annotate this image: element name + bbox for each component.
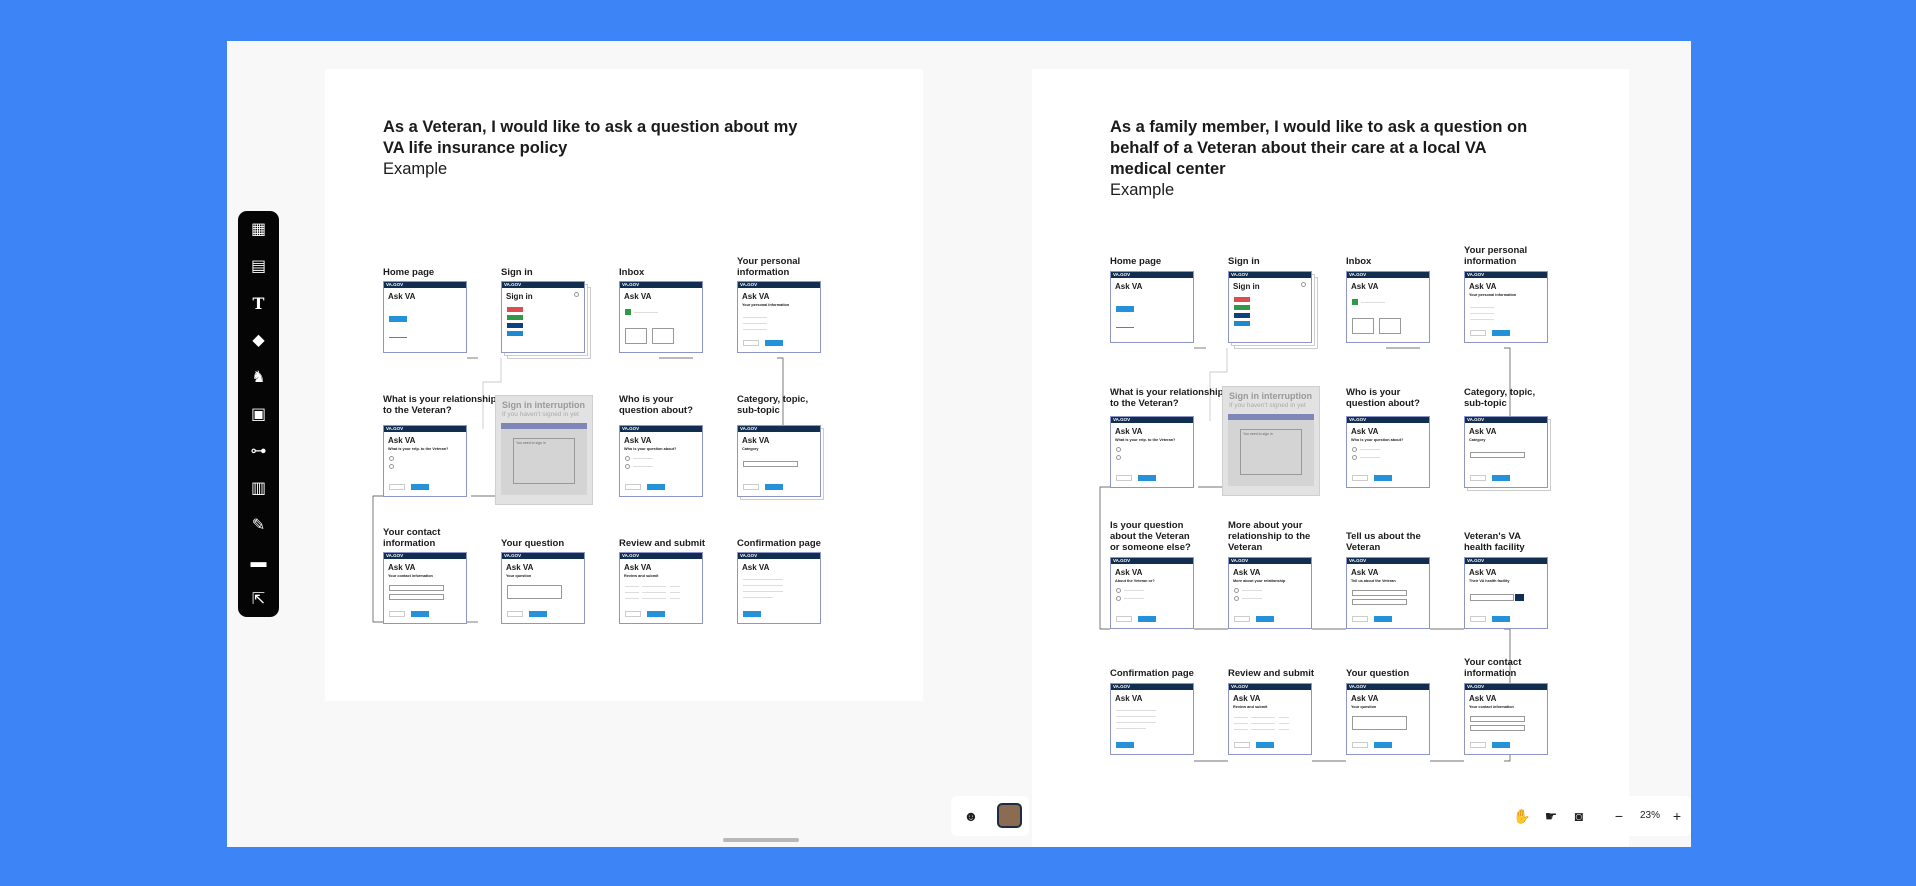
- screen-category[interactable]: VA.GOV Ask VA Category: [1464, 416, 1548, 488]
- step-label-signin: Sign in: [1228, 256, 1260, 267]
- step-label-home: Home page: [1110, 256, 1162, 267]
- step-label-more: More about your: [1228, 520, 1303, 531]
- screen-title: Sign in: [506, 292, 533, 301]
- step-label-personal: Your personal: [737, 256, 801, 267]
- step-label-home: Home page: [383, 267, 435, 278]
- step-label-review: Review and submit: [1228, 668, 1315, 679]
- screen-tell-about-veteran[interactable]: VA.GOV Ask VA Tell us about the Veteran: [1346, 557, 1430, 629]
- screen-title: Ask VA: [388, 292, 416, 301]
- creation-toolbar: ▦ ▤ T ◆ ♞ ▣ ⊶ ▥ ✎ ▬ ⇱: [238, 211, 279, 617]
- screen-relationship[interactable]: VA.GOV Ask VA What is your relp. to the …: [383, 425, 467, 497]
- screen-signin[interactable]: VA.GOV Sign in: [501, 281, 585, 353]
- step-label-facility: Veteran's VA: [1464, 531, 1521, 542]
- horizontal-scrollbar[interactable]: [723, 838, 799, 842]
- zoom-out-button[interactable]: −: [1608, 806, 1630, 826]
- board-title-line1: As a Veteran, I would like to ask a ques…: [383, 118, 798, 136]
- export-icon[interactable]: ⇱: [247, 588, 270, 611]
- board-veteran-life-insurance[interactable]: As a Veteran, I would like to ask a ques…: [325, 69, 923, 701]
- step-label-inbox: Inbox: [619, 267, 645, 278]
- screen-who[interactable]: VA.GOV Ask VA Who is your question about…: [619, 425, 703, 497]
- interruption-title: Sign in interruption: [502, 400, 585, 410]
- screen-personal-info[interactable]: VA.GOV Ask VA Your personal information: [1464, 271, 1548, 343]
- screen-category[interactable]: VA.GOV Ask VA Category: [737, 425, 821, 497]
- screen-question[interactable]: VA.GOV Ask VA Your question: [501, 552, 585, 624]
- step-label-about: Is your question: [1110, 520, 1184, 531]
- diagram-icon[interactable]: ⊶: [247, 440, 270, 463]
- screen-inbox[interactable]: VA.GOV Ask VA: [619, 281, 703, 353]
- va-header: VA.GOV: [384, 282, 466, 288]
- step-label-category: Category, topic,: [1464, 387, 1536, 398]
- pan-mode-icon[interactable]: ☛: [1540, 806, 1562, 826]
- whiteboard-canvas[interactable]: As a Veteran, I would like to ask a ques…: [227, 41, 1691, 847]
- image-icon[interactable]: ▣: [247, 403, 270, 426]
- screen-relationship[interactable]: VA.GOV Ask VA What is your relp. to the …: [1110, 416, 1194, 488]
- step-label-question: Your question: [1346, 668, 1410, 679]
- screen-sign-in-interruption[interactable]: Sign in interruption If you haven't sign…: [495, 395, 593, 505]
- step-label-who: Who is your: [1346, 387, 1401, 398]
- pen-icon[interactable]: ✎: [247, 514, 270, 537]
- text-icon[interactable]: T: [247, 292, 270, 315]
- step-label-personal: Your personal: [1464, 245, 1528, 256]
- board-title-line1: As a family member, I would like to ask …: [1110, 118, 1528, 136]
- screen-question[interactable]: VA.GOV Ask VA Your question: [1346, 683, 1430, 755]
- screen-about-veteran[interactable]: VA.GOV Ask VA About the Veteran or?: [1110, 557, 1194, 629]
- screen-home[interactable]: VA.GOV Ask VA: [1110, 271, 1194, 343]
- step-label-review: Review and submit: [619, 538, 706, 549]
- board-subtitle: Example: [1110, 181, 1175, 199]
- table-icon[interactable]: ▥: [247, 477, 270, 500]
- avatar[interactable]: [997, 803, 1022, 828]
- zoom-in-button[interactable]: +: [1666, 806, 1688, 826]
- hand-tool-icon[interactable]: ✋: [1511, 806, 1533, 826]
- screen-inbox[interactable]: VA.GOV Ask VA: [1346, 271, 1430, 343]
- archive-icon[interactable]: ▬: [247, 551, 270, 574]
- step-label-category: Category, topic,: [737, 394, 809, 405]
- screen-confirmation[interactable]: VA.GOV Ask VA: [737, 552, 821, 624]
- screen-personal-info[interactable]: VA.GOV Ask VA Your personal information: [737, 281, 821, 353]
- step-label-inbox: Inbox: [1346, 256, 1372, 267]
- board-title-line2: VA life insurance policy: [383, 139, 568, 157]
- screen-contact[interactable]: VA.GOV Ask VA Your contact information: [383, 552, 467, 624]
- templates-icon[interactable]: ▦: [247, 218, 270, 241]
- step-label-confirmation: Confirmation page: [1110, 668, 1194, 679]
- step-label-contact: Your contact: [1464, 657, 1522, 668]
- screen-review[interactable]: VA.GOV Ask VA Review and submit: [619, 552, 703, 624]
- screen-confirmation[interactable]: VA.GOV Ask VA: [1110, 683, 1194, 755]
- screen-home[interactable]: VA.GOV Ask VA: [383, 281, 467, 353]
- sticky-note-icon[interactable]: ▤: [247, 255, 270, 278]
- board-title-line3: medical center: [1110, 160, 1226, 178]
- zoom-level[interactable]: 23%: [1632, 808, 1668, 824]
- step-label-contact: Your contact: [383, 527, 441, 538]
- step-label-who: Who is your: [619, 394, 674, 405]
- step-label-tell: Tell us about the: [1346, 531, 1421, 542]
- llama-icon[interactable]: ♞: [247, 366, 270, 389]
- screen-signin[interactable]: VA.GOV Sign in: [1228, 271, 1312, 343]
- step-label-relationship: What is your relationship: [1110, 387, 1224, 398]
- map-view-icon[interactable]: ◙: [1568, 806, 1590, 826]
- step-label-question: Your question: [501, 538, 565, 549]
- board-subtitle: Example: [383, 160, 448, 178]
- screen-contact[interactable]: VA.GOV Ask VA Your contact information: [1464, 683, 1548, 755]
- shapes-icon[interactable]: ◆: [247, 329, 270, 352]
- step-label-signin: Sign in: [501, 267, 533, 278]
- step-label-confirmation: Confirmation page: [737, 538, 821, 549]
- board-family-member-care[interactable]: As a family member, I would like to ask …: [1032, 69, 1629, 847]
- navigation-bar: ✋ ☛ ◙ − 23% +: [1505, 796, 1691, 836]
- screen-review[interactable]: VA.GOV Ask VA Review and submit: [1228, 683, 1312, 755]
- screen-more-relationship[interactable]: VA.GOV Ask VA More about your relationsh…: [1228, 557, 1312, 629]
- screen-health-facility[interactable]: VA.GOV Ask VA Their VA health facility: [1464, 557, 1548, 629]
- screen-sign-in-interruption[interactable]: Sign in interruption If you haven't sign…: [1222, 386, 1320, 496]
- board-title-line2: behalf of a Veteran about their care at …: [1110, 139, 1487, 157]
- step-label-relationship: What is your relationship: [383, 394, 497, 405]
- screen-who[interactable]: VA.GOV Ask VA Who is your question about…: [1346, 416, 1430, 488]
- emoji-reaction-icon[interactable]: ☻: [960, 806, 982, 826]
